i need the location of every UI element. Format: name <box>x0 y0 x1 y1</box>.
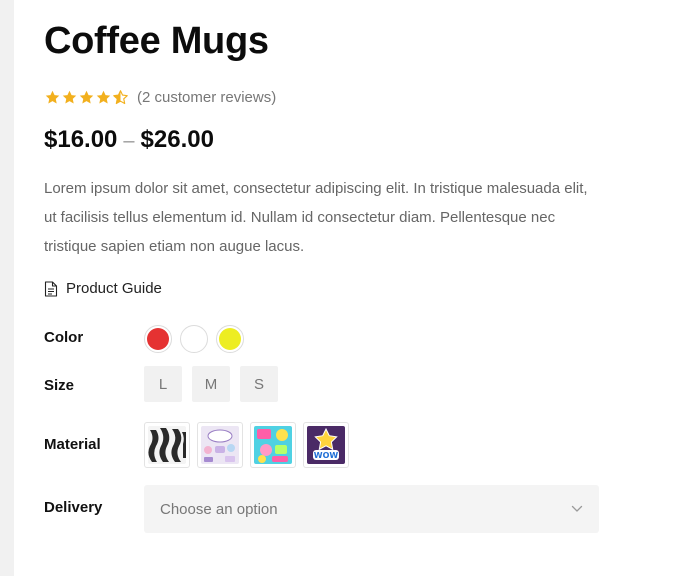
star-full-icon <box>62 90 77 104</box>
chevron-down-icon <box>571 505 583 512</box>
material-swatch-zebra[interactable] <box>144 422 190 468</box>
pastel-stickers-image <box>201 426 239 464</box>
material-swatch-pastel[interactable] <box>197 422 243 468</box>
document-icon <box>44 280 58 297</box>
colorful-stickers-image <box>254 426 292 464</box>
star-half-icon <box>113 89 128 104</box>
product-guide-label: Product Guide <box>66 280 162 297</box>
price-separator: – <box>123 130 135 152</box>
size-label: Size <box>44 377 75 394</box>
size-option-s[interactable]: S <box>240 366 278 402</box>
reviews-link[interactable]: (2 customer reviews) <box>137 89 276 106</box>
delivery-select-value: Choose an option <box>160 500 278 518</box>
product-description: Lorem ipsum dolor sit amet, consectetur … <box>44 180 588 255</box>
star-full-icon <box>96 90 111 104</box>
color-swatch-red[interactable] <box>144 325 172 353</box>
star-full-icon <box>79 90 94 104</box>
wow-star-image: WOW <box>307 426 345 464</box>
product-rating: (2 customer reviews) <box>44 87 276 107</box>
price-min: $16.00 <box>44 126 118 153</box>
rating-stars <box>44 89 129 106</box>
delivery-select[interactable]: Choose an option <box>144 485 599 533</box>
color-swatch-yellow[interactable] <box>216 325 244 353</box>
delivery-label: Delivery <box>44 499 103 516</box>
material-label: Material <box>44 436 101 453</box>
color-label: Color <box>44 329 84 346</box>
color-swatch-white[interactable] <box>180 325 208 353</box>
material-swatch-colorful[interactable] <box>250 422 296 468</box>
color-swatches <box>144 325 244 353</box>
material-swatches: WOW <box>144 422 349 468</box>
left-edge-strip <box>0 0 14 576</box>
material-swatch-wow[interactable]: WOW <box>303 422 349 468</box>
svg-text:WOW: WOW <box>314 451 339 460</box>
star-full-icon <box>45 90 60 104</box>
size-swatches: L M S <box>144 366 278 402</box>
size-option-l[interactable]: L <box>144 366 182 402</box>
zebra-stripes-image <box>148 426 186 464</box>
price-max: $26.00 <box>140 126 214 153</box>
price-range: $16.00– $26.00 <box>44 126 214 154</box>
product-guide-link[interactable]: Product Guide <box>44 280 162 297</box>
product-title: Coffee Mugs <box>44 20 269 62</box>
size-option-m[interactable]: M <box>192 366 230 402</box>
